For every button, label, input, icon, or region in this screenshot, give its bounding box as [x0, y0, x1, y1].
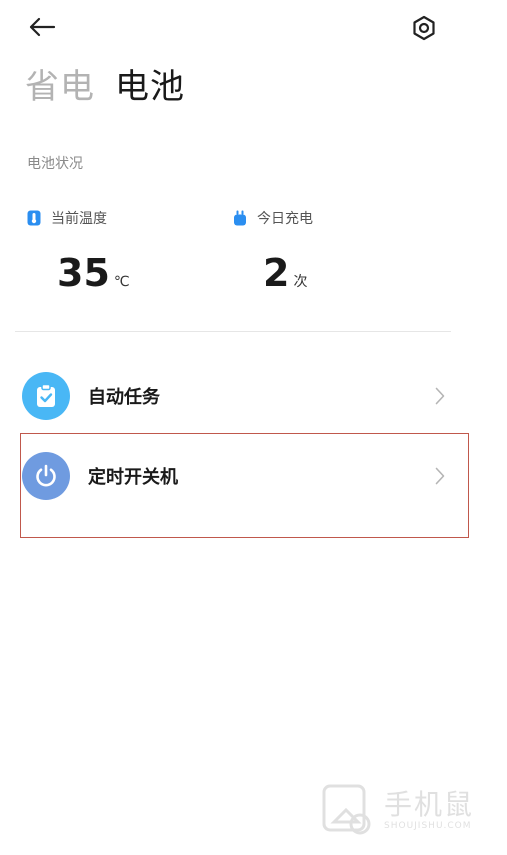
temperature-unit: ℃: [113, 274, 130, 290]
section-label-battery-status: 电池状况: [27, 156, 83, 172]
tab-battery[interactable]: 电池: [115, 64, 185, 110]
back-button[interactable]: [24, 10, 60, 44]
mode-tabs: 省电 电池: [25, 64, 185, 110]
temperature-value: 35: [57, 251, 110, 295]
thermometer-icon: [27, 210, 41, 226]
list-item-title: 自动任务: [88, 387, 160, 408]
watermark-subtitle: SHOUJISHU.COM: [384, 821, 472, 831]
watermark-logo-icon: [322, 784, 371, 835]
stat-charges-today: 今日充电 2 次: [233, 207, 313, 295]
settings-button[interactable]: [406, 10, 442, 46]
watermark-title: 手机鼠: [384, 788, 475, 821]
watermark: 手机鼠 SHOUJISHU.COM: [320, 780, 490, 840]
charges-unit: 次: [293, 274, 308, 290]
divider: [15, 331, 451, 332]
arrow-left-icon: [29, 17, 56, 37]
stat-label: 当前温度: [51, 211, 107, 227]
charges-value: 2: [263, 251, 290, 295]
tab-power-saving[interactable]: 省电: [25, 64, 95, 110]
stat-temperature: 当前温度 35 ℃: [27, 207, 130, 295]
highlight-annotation-box: [20, 433, 469, 538]
stat-label: 今日充电: [257, 211, 313, 227]
top-bar: [0, 0, 507, 56]
list-item-auto-tasks[interactable]: 自动任务: [22, 366, 448, 426]
plug-icon: [234, 210, 246, 226]
chevron-right-icon: [432, 386, 448, 406]
clipboard-check-icon: [37, 383, 55, 407]
auto-task-icon-badge: [22, 372, 70, 420]
gear-icon: [413, 15, 435, 41]
